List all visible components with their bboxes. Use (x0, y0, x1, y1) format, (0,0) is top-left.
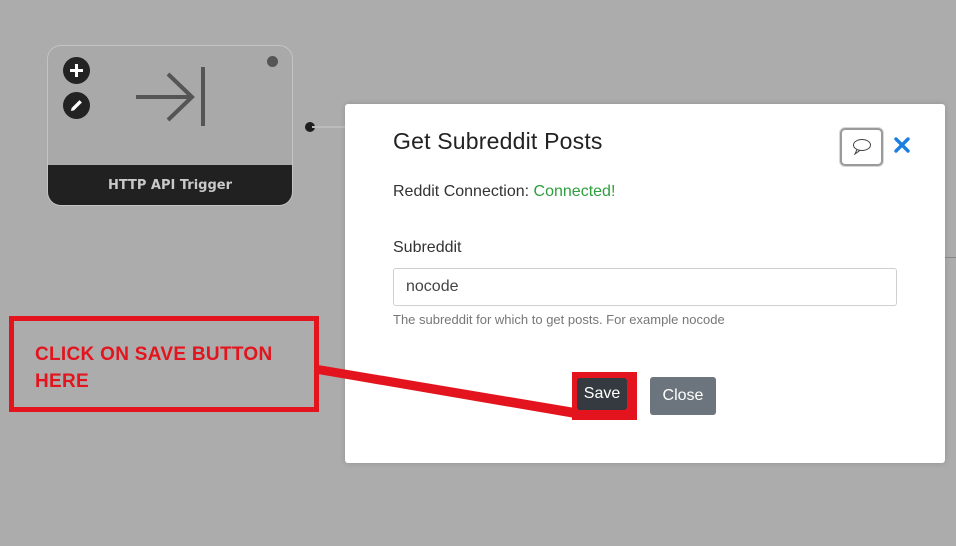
annotation-callout: CLICK ON SAVE BUTTON HERE (9, 316, 319, 412)
annotation-arrow (318, 365, 575, 418)
annotation-text: CLICK ON SAVE BUTTON HERE (35, 344, 273, 392)
